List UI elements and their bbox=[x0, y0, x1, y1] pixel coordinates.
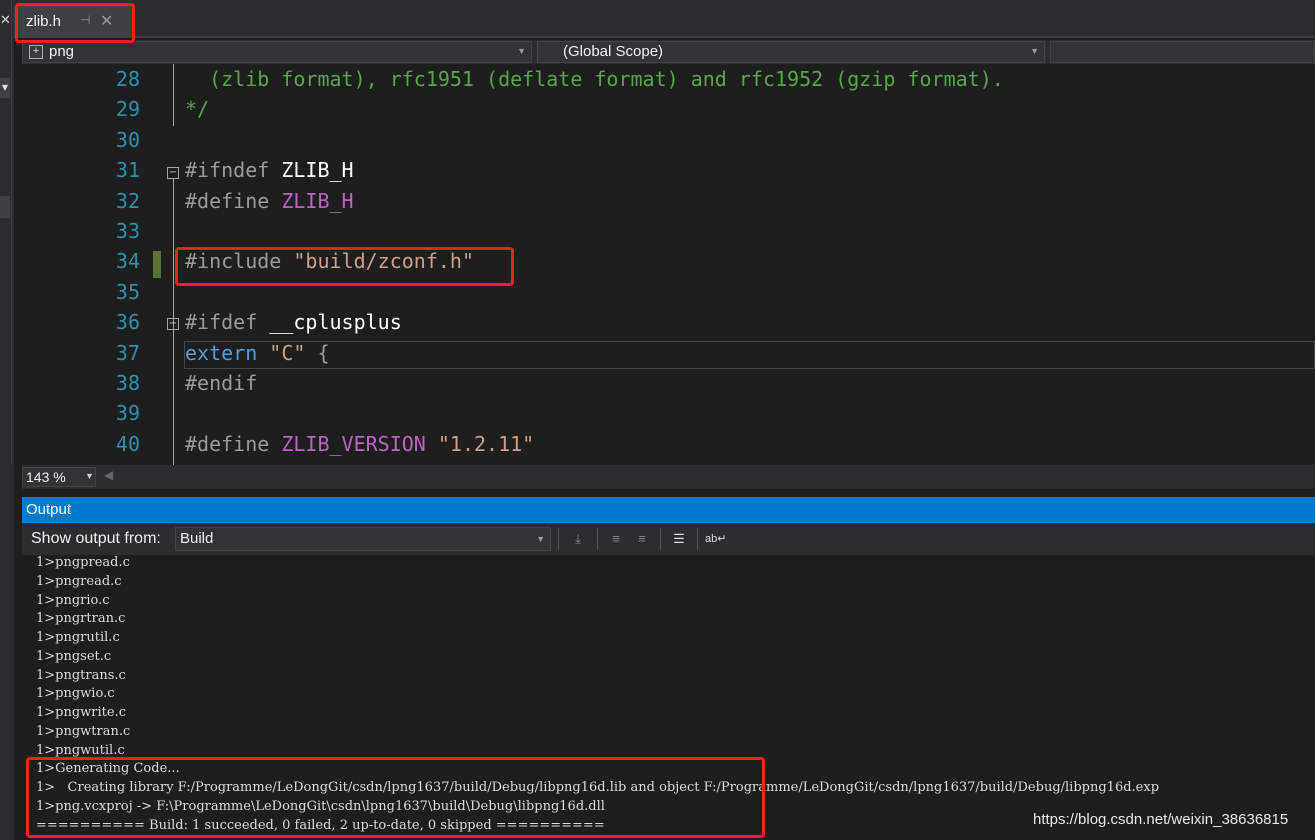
go-to-line-icon[interactable]: ⤓ bbox=[568, 529, 588, 549]
output-line: 1>pngrutil.c bbox=[36, 630, 120, 645]
collapse-icon[interactable]: − bbox=[167, 318, 179, 330]
chevron-down-icon: ▼ bbox=[536, 534, 545, 544]
word-wrap-icon[interactable]: ab↵ bbox=[705, 529, 726, 549]
highlight-box-include bbox=[175, 247, 514, 286]
code-line[interactable]: (zlib format), rfc1951 (deflate format) … bbox=[185, 67, 1004, 91]
divider bbox=[558, 528, 559, 550]
code-line[interactable]: #define ZLIB_H bbox=[185, 189, 354, 213]
code-token: "1.2.11" bbox=[437, 431, 535, 456]
output-title: Output bbox=[26, 501, 72, 518]
code-token: extern bbox=[185, 340, 270, 365]
project-icon: + bbox=[29, 45, 43, 59]
code-token: */ bbox=[185, 97, 210, 122]
navigation-bar: + png ▼ (Global Scope) ▼ bbox=[22, 40, 1315, 64]
code-token: ZLIB_H bbox=[281, 188, 354, 213]
code-token: { bbox=[317, 340, 330, 365]
code-token: (zlib format), rfc1951 (deflate format) … bbox=[185, 67, 1004, 91]
line-number: 39 bbox=[115, 401, 140, 426]
line-number: 31 bbox=[115, 158, 140, 183]
code-line[interactable]: #endif bbox=[185, 371, 257, 395]
code-line[interactable]: #ifdef __cplusplus bbox=[185, 310, 402, 334]
output-line: 1>pngtrans.c bbox=[36, 667, 126, 683]
divider bbox=[597, 528, 598, 550]
chevron-down-icon: ▼ bbox=[1030, 46, 1039, 56]
output-line: 1>pngwtran.c bbox=[36, 723, 131, 739]
output-line: 1>pngwrite.c bbox=[36, 705, 127, 720]
line-number: 33 bbox=[115, 219, 140, 243]
line-number: 38 bbox=[115, 371, 140, 395]
collapse-icon[interactable]: − bbox=[167, 167, 179, 179]
code-token: ZLIB_H bbox=[281, 158, 354, 183]
output-source-dropdown[interactable]: Build ▼ bbox=[175, 527, 551, 551]
editor-status-row: 143 % ▼ ◀ bbox=[22, 465, 1315, 489]
output-line: 1>pngread.c bbox=[36, 573, 122, 589]
output-line: 1>pngpread.c bbox=[36, 555, 130, 570]
current-line-highlight bbox=[184, 341, 1315, 369]
highlight-box-build-result bbox=[26, 757, 765, 838]
clear-all-icon[interactable]: ☰ bbox=[669, 529, 689, 549]
line-number: 28 bbox=[115, 67, 140, 91]
output-toolbar: Show output from: Build ▼ ⤓ ≡ ≡ ☰ ab↵ bbox=[22, 523, 1315, 555]
previous-message-icon[interactable]: ≡ bbox=[606, 529, 626, 549]
code-token: __cplusplus bbox=[269, 310, 402, 335]
code-token: #endif bbox=[185, 371, 258, 395]
scope-name: (Global Scope) bbox=[563, 43, 664, 60]
output-line: 1>pngrtran.c bbox=[36, 611, 126, 627]
code-token: ZLIB_VERSION bbox=[281, 431, 438, 456]
output-panel-header: Output bbox=[22, 497, 1315, 523]
line-number: 32 bbox=[115, 188, 140, 213]
line-number: 35 bbox=[115, 279, 140, 304]
code-token: #define bbox=[185, 188, 282, 213]
member-dropdown[interactable] bbox=[1050, 41, 1315, 63]
project-dropdown[interactable]: + png ▼ bbox=[22, 41, 532, 63]
scroll-left-icon[interactable]: ◀ bbox=[104, 468, 113, 482]
output-line: 1>pngwutil.c bbox=[36, 742, 125, 758]
chevron-down-icon[interactable]: ▼ bbox=[0, 78, 10, 98]
divider bbox=[660, 528, 661, 550]
code-token: #ifdef bbox=[185, 310, 270, 335]
close-icon[interactable]: ✕ bbox=[0, 14, 11, 28]
fold-guide bbox=[173, 64, 174, 126]
chevron-down-icon: ▼ bbox=[85, 471, 94, 481]
line-number: 36 bbox=[115, 310, 140, 335]
code-token: "C" bbox=[269, 340, 318, 365]
code-line[interactable]: extern "C" { bbox=[185, 341, 330, 365]
left-tool-strip: ✕ ▼ bbox=[0, 0, 14, 840]
selection-marker bbox=[0, 196, 10, 218]
code-line[interactable]: #define ZLIB_VERSION "1.2.11" bbox=[185, 432, 534, 456]
output-line: 1>pngrio.c bbox=[36, 592, 110, 608]
chevron-down-icon: ▼ bbox=[517, 46, 526, 56]
divider bbox=[11, 0, 12, 465]
zoom-dropdown[interactable]: 143 % ▼ bbox=[22, 467, 96, 487]
code-line[interactable]: */ bbox=[185, 97, 209, 121]
line-number: 30 bbox=[115, 127, 140, 152]
next-message-icon[interactable]: ≡ bbox=[632, 529, 652, 549]
line-number: 29 bbox=[115, 97, 140, 122]
output-line: 1>pngset.c bbox=[36, 648, 112, 664]
line-number: 37 bbox=[115, 340, 140, 365]
highlight-box-tab bbox=[15, 3, 135, 43]
zoom-level: 143 % bbox=[26, 469, 66, 485]
scope-dropdown[interactable]: (Global Scope) ▼ bbox=[537, 41, 1045, 63]
project-name: png bbox=[49, 43, 75, 60]
document-tab-bar bbox=[14, 0, 1315, 38]
divider bbox=[697, 528, 698, 550]
watermark: https://blog.csdn.net/weixin_38636815 bbox=[1033, 811, 1289, 828]
output-source: Build bbox=[180, 530, 214, 547]
change-indicator bbox=[153, 251, 161, 278]
code-token: #ifndef bbox=[185, 158, 282, 183]
code-line[interactable]: #ifndef ZLIB_H bbox=[185, 158, 354, 182]
code-token: #define bbox=[185, 431, 282, 456]
line-number: 40 bbox=[115, 431, 140, 456]
output-line: 1>pngwio.c bbox=[36, 686, 115, 702]
show-output-label: Show output from: bbox=[31, 530, 161, 547]
line-number: 34 bbox=[115, 249, 140, 274]
